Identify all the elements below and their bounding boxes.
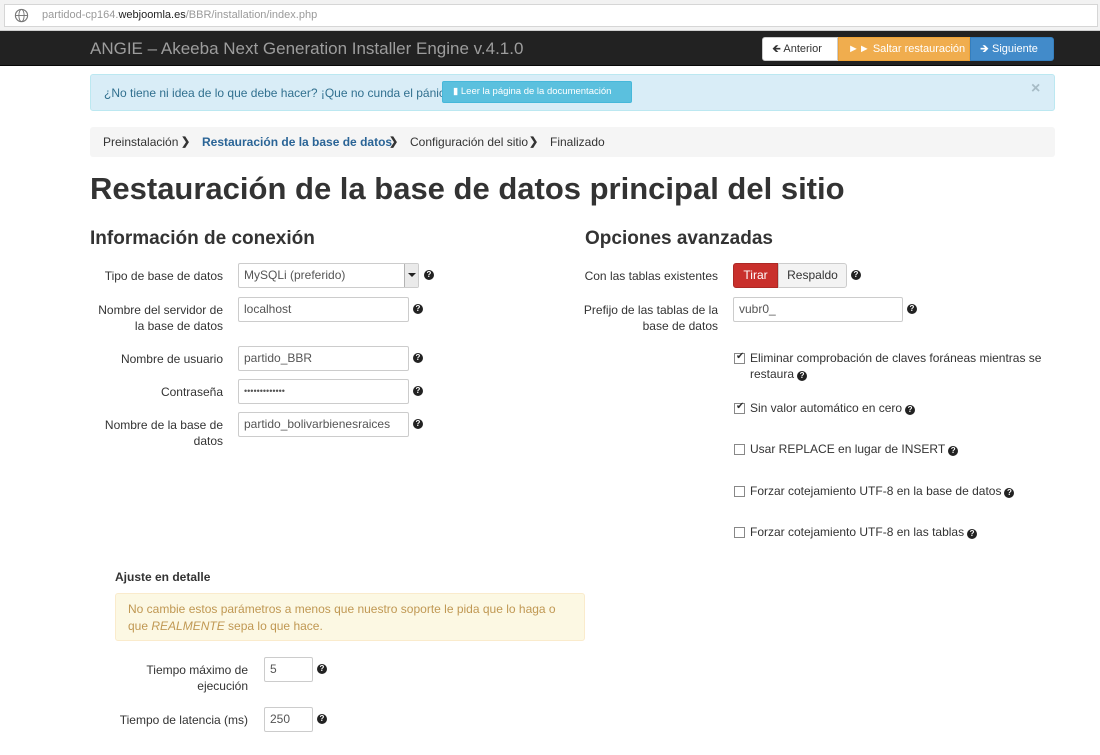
db-type-select[interactable]: MySQLi (preferido) — [238, 263, 419, 288]
latency-label: Tiempo de latencia (ms) — [119, 713, 248, 727]
table-prefix-label: Prefijo de las tablas de la base de dato… — [583, 303, 718, 333]
skip-button-label: Saltar restauración — [872, 43, 966, 55]
page-title: Restauración de la base de datos princip… — [90, 171, 845, 206]
db-type-value: MySQLi (preferido) — [244, 268, 346, 282]
book-icon: ▮ — [453, 86, 461, 97]
max-exec-label: Tiempo máximo de ejecución — [146, 663, 248, 693]
documentation-button-label: Leer la página de la documentación — [460, 86, 612, 97]
help-alert-text: ¿No tiene ni idea de lo que debe hacer? … — [104, 86, 455, 100]
breadcrumb-finished: Finalizado — [550, 135, 605, 149]
utf8-db-option: Forzar cotejamiento UTF-8 en la base de … — [750, 483, 1015, 499]
help-icon[interactable]: ? — [907, 304, 917, 314]
db-password-input[interactable]: ••••••••••••• — [238, 379, 409, 404]
db-host-input[interactable]: localhost — [238, 297, 409, 322]
help-icon[interactable]: ? — [424, 270, 434, 280]
replace-insert-checkbox[interactable] — [734, 444, 745, 455]
close-icon[interactable]: × — [1031, 80, 1040, 98]
url-path: /BBR/installation/index.php — [185, 9, 318, 21]
no-auto-zero-label: Sin valor automático en cero — [750, 401, 903, 415]
help-icon[interactable]: ? — [967, 529, 978, 539]
app-title: ANGIE – Akeeba Next Generation Installer… — [90, 39, 524, 58]
utf8-db-checkbox[interactable] — [734, 486, 745, 497]
chevron-right-icon: ❯ — [529, 136, 539, 148]
db-user-label: Nombre de usuario — [120, 352, 223, 366]
latency-input[interactable]: 250 — [264, 707, 313, 732]
db-name-label: Nombre de la base de datos — [104, 418, 223, 448]
breadcrumb-site-setup: Configuración del sitio — [410, 135, 529, 149]
drop-tables-button[interactable]: Tirar — [733, 263, 778, 288]
fine-tuning-warning-text: No cambie estos parámetros a menos que n… — [128, 602, 556, 633]
db-name-input[interactable]: partido_bolivarbienesraices — [238, 412, 409, 437]
url-domain: webjoomla.es — [118, 9, 186, 21]
fk-check-checkbox[interactable] — [734, 351, 745, 364]
utf8-tables-option: Forzar cotejamiento UTF-8 en las tablas? — [750, 524, 978, 540]
fine-tuning-heading: Ajuste en detalle — [115, 570, 211, 584]
help-icon[interactable]: ? — [413, 353, 423, 363]
advanced-heading: Opciones avanzadas — [585, 228, 773, 249]
replace-insert-option: Usar REPLACE en lugar de INSERT? — [750, 441, 959, 457]
help-icon[interactable]: ? — [317, 714, 327, 724]
help-icon[interactable]: ? — [851, 270, 861, 280]
globe-icon — [14, 8, 29, 23]
help-icon[interactable]: ? — [948, 446, 959, 456]
db-type-label: Tipo de base de datos — [104, 269, 223, 283]
no-auto-zero-option: Sin valor automático en cero? — [750, 400, 916, 416]
db-host-label: Nombre del servidor de la base de datos — [98, 303, 223, 333]
no-auto-zero-checkbox[interactable] — [734, 401, 745, 414]
backup-tables-button[interactable]: Respaldo — [778, 263, 847, 288]
next-button-label: Siguiente — [992, 43, 1038, 55]
next-button[interactable]: 🡺 Siguiente — [970, 37, 1054, 61]
help-icon[interactable]: ? — [317, 664, 327, 674]
db-user-input[interactable]: partido_BBR — [238, 346, 409, 371]
connection-heading: Información de conexión — [90, 228, 315, 249]
help-icon[interactable]: ? — [413, 386, 423, 396]
help-icon[interactable]: ? — [797, 371, 808, 381]
replace-insert-label: Usar REPLACE en lugar de INSERT — [750, 442, 946, 456]
help-icon[interactable]: ? — [413, 304, 423, 314]
utf8-tables-label: Forzar cotejamiento UTF-8 en las tablas — [750, 525, 965, 539]
documentation-button[interactable]: ▮ Leer la página de la documentación — [442, 81, 632, 103]
arrow-left-icon: 🡸 — [772, 43, 784, 55]
help-icon[interactable]: ? — [905, 405, 916, 415]
fk-check-option: Eliminar comprobación de claves foráneas… — [750, 350, 1045, 382]
db-password-label: Contraseña — [160, 385, 223, 399]
utf8-tables-checkbox[interactable] — [734, 527, 745, 538]
chevron-right-icon: ❯ — [181, 136, 191, 148]
url-prefix: partidod-cp164. — [42, 9, 119, 21]
fast-forward-icon: ►► — [848, 43, 873, 55]
breadcrumb-db-restore: Restauración de la base de datos — [202, 135, 393, 149]
fk-check-label: Eliminar comprobación de claves foráneas… — [750, 351, 1042, 381]
breadcrumb-preinstall: Preinstalación — [103, 135, 179, 149]
existing-tables-label: Con las tablas existentes — [584, 269, 718, 283]
previous-button-label: Anterior — [783, 43, 822, 55]
max-exec-input[interactable]: 5 — [264, 657, 313, 682]
chevron-down-icon — [404, 264, 418, 287]
previous-button[interactable]: 🡸 Anterior — [762, 37, 838, 61]
chevron-right-icon: ❯ — [389, 136, 399, 148]
arrow-right-icon: 🡺 — [980, 43, 992, 55]
utf8-db-label: Forzar cotejamiento UTF-8 en la base de … — [750, 484, 1002, 498]
url-text[interactable]: partidod-cp164.webjoomla.es/BBR/installa… — [42, 9, 317, 21]
help-icon[interactable]: ? — [413, 419, 423, 429]
help-icon[interactable]: ? — [1004, 488, 1015, 498]
skip-restoration-button[interactable]: ►► Saltar restauración — [838, 37, 970, 61]
table-prefix-input[interactable]: vubr0_ — [733, 297, 903, 322]
